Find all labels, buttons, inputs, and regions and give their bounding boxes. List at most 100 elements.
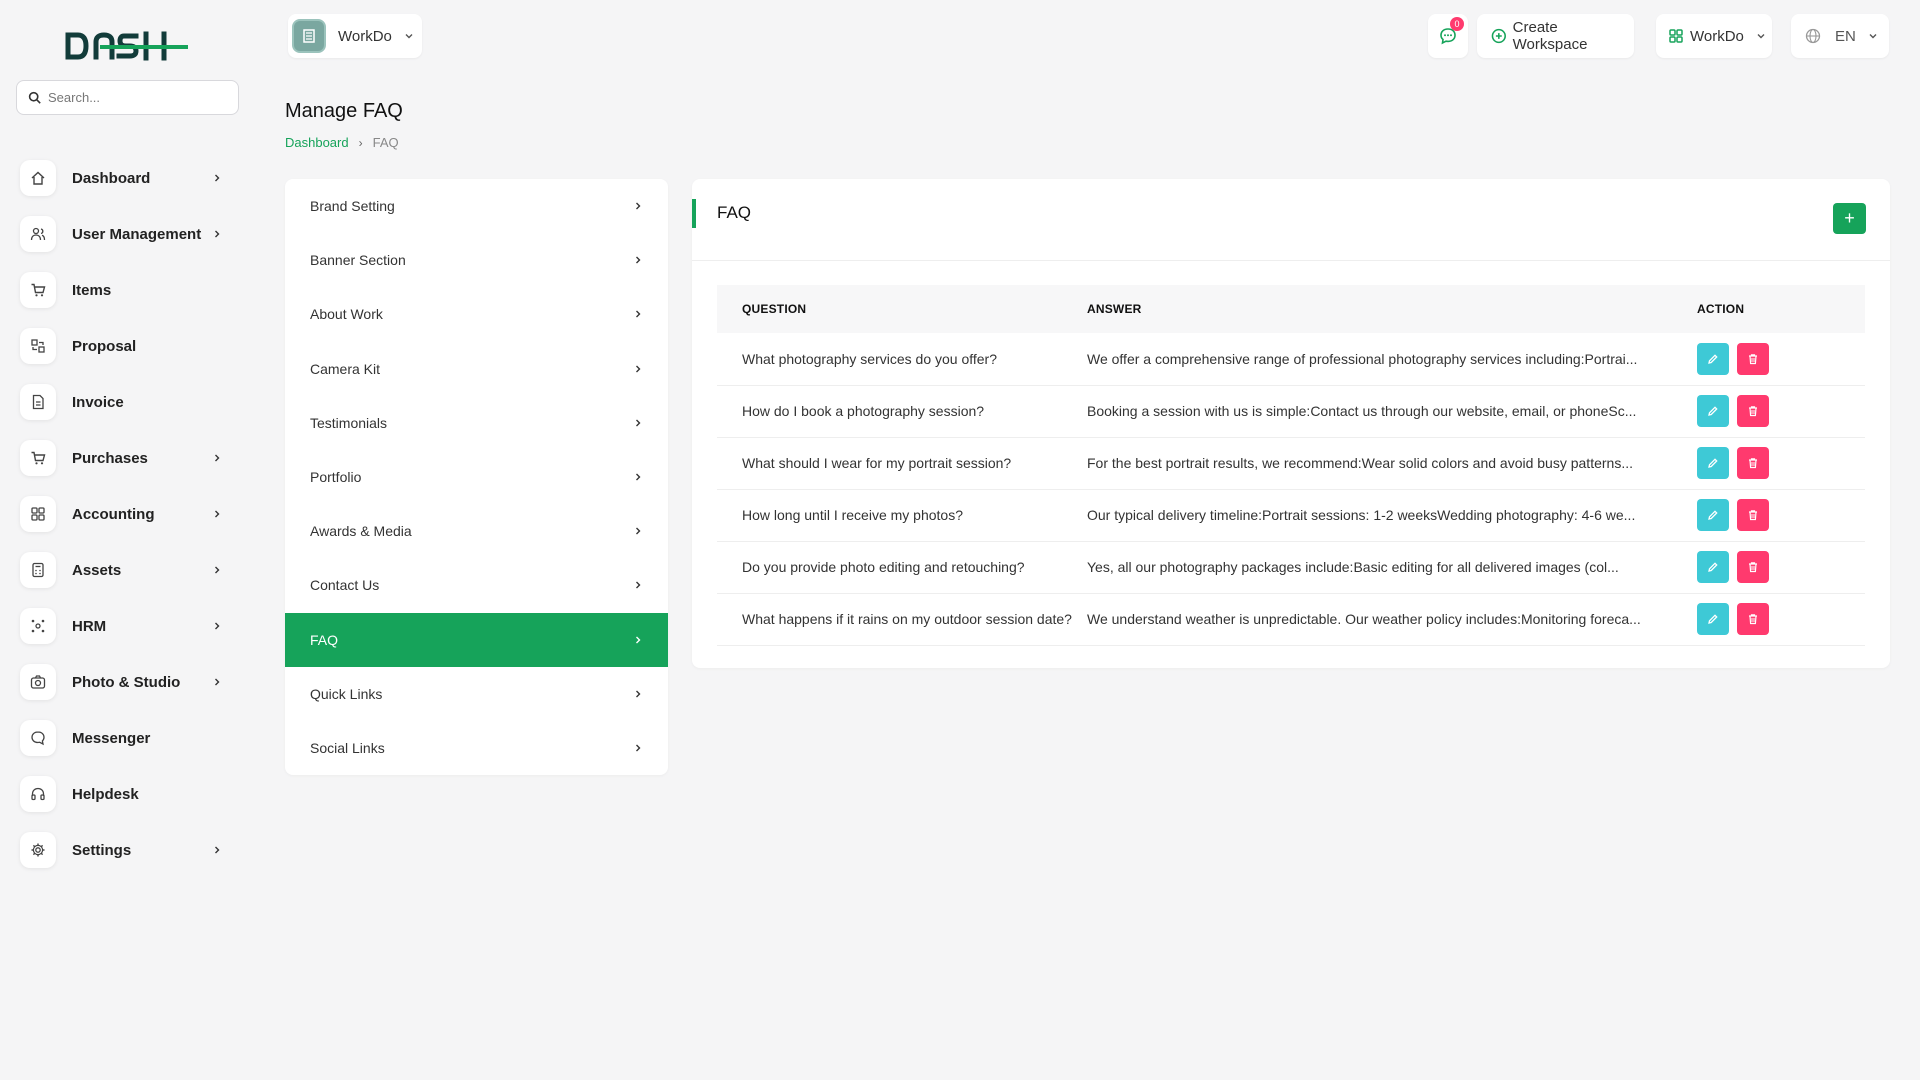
pencil-icon bbox=[1708, 614, 1718, 624]
faq-answer-cell: We understand weather is unpredictable. … bbox=[1087, 593, 1697, 646]
delete-button[interactable] bbox=[1737, 551, 1769, 583]
chevron-right-icon bbox=[636, 365, 641, 373]
settings-menu-item-label: Social Links bbox=[310, 739, 385, 756]
faq-answer-cell: Our typical delivery timeline:Portrait s… bbox=[1087, 489, 1697, 542]
column-header-question[interactable]: QUESTION bbox=[717, 285, 1087, 333]
breadcrumb-separator-icon: › bbox=[358, 135, 363, 150]
chevron-right-icon bbox=[215, 566, 220, 574]
sidebar-item-label: Purchases bbox=[72, 449, 148, 467]
chevron-right-icon bbox=[215, 230, 220, 238]
faq-card-header: FAQ + bbox=[692, 179, 1890, 261]
settings-menu-item-label: Testimonials bbox=[310, 414, 388, 431]
settings-menu-item-banner-section[interactable]: Banner Section bbox=[285, 233, 668, 287]
camera-icon bbox=[20, 664, 56, 700]
chevron-right-icon bbox=[215, 622, 220, 630]
settings-menu-item-label: Awards & Media bbox=[310, 523, 412, 540]
sidebar-item-user-management[interactable]: User Management bbox=[20, 206, 240, 262]
settings-menu-item-camera-kit[interactable]: Camera Kit bbox=[285, 342, 668, 396]
settings-menu-item-portfolio[interactable]: Portfolio bbox=[285, 450, 668, 504]
chevron-right-icon bbox=[636, 581, 641, 589]
sidebar: Dashboard User Management Items Proposal Inv… bbox=[0, 0, 255, 1080]
edit-button[interactable] bbox=[1697, 342, 1729, 375]
workspace-switcher[interactable]: WorkDo bbox=[288, 14, 422, 58]
sidebar-item-messenger[interactable]: Messenger bbox=[20, 710, 240, 766]
settings-menu-item-faq[interactable]: FAQ bbox=[285, 612, 668, 667]
table-header-row: QUESTION ANSWER ACTION bbox=[717, 285, 1865, 333]
faq-question: How long until I receive my photos? bbox=[717, 489, 1087, 542]
edit-button[interactable] bbox=[1697, 447, 1729, 479]
settings-menu-item-contact-us[interactable]: Contact Us bbox=[285, 558, 668, 612]
sidebar-item-accounting[interactable]: Accounting bbox=[20, 486, 240, 542]
settings-menu-item-label: Portfolio bbox=[310, 469, 362, 486]
delete-button[interactable] bbox=[1737, 342, 1769, 375]
sidebar-item-photo-and-studio[interactable]: Photo & Studio bbox=[20, 654, 240, 710]
building-icon bbox=[303, 29, 315, 43]
sidebar-item-label: Messenger bbox=[72, 729, 151, 747]
chevron-right-icon bbox=[215, 846, 220, 854]
sidebar-item-label: Invoice bbox=[72, 393, 124, 411]
sidebar-item-proposal[interactable]: Proposal bbox=[20, 318, 240, 374]
sidebar-item-invoice[interactable]: Invoice bbox=[20, 374, 240, 430]
proposal-icon bbox=[20, 328, 56, 364]
faq-question: What happens if it rains on my outdoor s… bbox=[717, 593, 1087, 646]
trash-icon bbox=[1749, 406, 1757, 417]
column-header-answer[interactable]: ANSWER bbox=[1087, 285, 1697, 333]
chevron-right-icon bbox=[636, 744, 641, 752]
chevron-right-icon bbox=[636, 527, 641, 535]
sidebar-item-hrm[interactable]: HRM bbox=[20, 598, 240, 654]
workspace-menu-button[interactable]: WorkDo bbox=[1656, 14, 1772, 58]
pencil-icon bbox=[1708, 510, 1718, 520]
sidebar-item-label: Dashboard bbox=[72, 169, 151, 187]
chevron-right-icon bbox=[215, 454, 220, 462]
sidebar-item-helpdesk[interactable]: Helpdesk bbox=[20, 766, 240, 822]
faq-answer-cell: Booking a session with us is simple:Cont… bbox=[1087, 385, 1697, 438]
settings-menu-item-about-work[interactable]: About Work bbox=[285, 287, 668, 341]
chat-icon bbox=[20, 720, 56, 756]
edit-button[interactable] bbox=[1697, 499, 1729, 531]
delete-button[interactable] bbox=[1737, 447, 1769, 479]
breadcrumb-dashboard[interactable]: Dashboard bbox=[285, 135, 349, 150]
plus-circle-icon bbox=[1491, 28, 1506, 44]
faq-answer-cell: For the best portrait results, we recomm… bbox=[1087, 437, 1697, 490]
settings-menu-item-label: Brand Setting bbox=[310, 198, 395, 215]
dash-logo[interactable] bbox=[64, 30, 190, 62]
delete-button[interactable] bbox=[1737, 603, 1769, 635]
settings-menu-item-brand-setting[interactable]: Brand Setting bbox=[285, 179, 668, 233]
settings-menu-item-social-links[interactable]: Social Links bbox=[285, 721, 668, 775]
delete-button[interactable] bbox=[1737, 395, 1769, 427]
faq-card-title: FAQ bbox=[717, 203, 752, 222]
search-input[interactable] bbox=[48, 90, 218, 105]
sidebar-item-items[interactable]: Items bbox=[20, 262, 240, 318]
language-selector[interactable]: EN bbox=[1791, 14, 1889, 58]
search-box[interactable] bbox=[16, 80, 239, 115]
page-title: Manage FAQ bbox=[285, 100, 403, 122]
faq-table: QUESTION ANSWER ACTION What photography … bbox=[717, 285, 1865, 646]
settings-menu-item-label: About Work bbox=[310, 306, 383, 323]
notification-badge: 0 bbox=[1450, 17, 1464, 31]
chevron-right-icon bbox=[636, 419, 641, 427]
chevron-right-icon bbox=[215, 678, 220, 686]
faq-question: What photography services do you offer? bbox=[717, 333, 1087, 386]
messages-button[interactable]: 0 bbox=[1428, 14, 1468, 58]
sidebar-item-label: Settings bbox=[72, 841, 132, 859]
sidebar-item-label: HRM bbox=[72, 617, 107, 635]
settings-menu-item-awards-and-media[interactable]: Awards & Media bbox=[285, 504, 668, 558]
sidebar-item-assets[interactable]: Assets bbox=[20, 542, 240, 598]
settings-menu-item-label: Contact Us bbox=[310, 577, 380, 594]
sidebar-item-settings[interactable]: Settings bbox=[20, 822, 240, 878]
edit-button[interactable] bbox=[1697, 395, 1729, 427]
settings-menu-item-quick-links[interactable]: Quick Links bbox=[285, 667, 668, 721]
sidebar-item-purchases[interactable]: Purchases bbox=[20, 430, 240, 486]
faq-question: How do I book a photography session? bbox=[717, 385, 1087, 438]
edit-button[interactable] bbox=[1697, 551, 1729, 583]
chevron-right-icon bbox=[215, 174, 220, 182]
delete-button[interactable] bbox=[1737, 499, 1769, 531]
edit-button[interactable] bbox=[1697, 603, 1729, 635]
sidebar-item-label: Photo & Studio bbox=[72, 673, 181, 691]
create-workspace-button[interactable]: Create Workspace bbox=[1477, 14, 1634, 58]
chevron-right-icon bbox=[636, 636, 641, 644]
faq-question: What should I wear for my portrait sessi… bbox=[717, 437, 1087, 490]
sidebar-item-dashboard[interactable]: Dashboard bbox=[20, 150, 240, 206]
add-faq-button[interactable]: + bbox=[1833, 203, 1866, 234]
settings-menu-item-testimonials[interactable]: Testimonials bbox=[285, 396, 668, 450]
